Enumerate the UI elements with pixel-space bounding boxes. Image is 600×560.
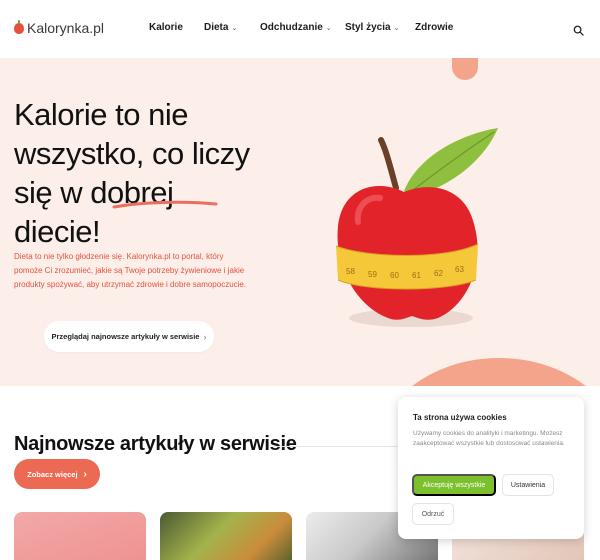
chevron-right-icon: › xyxy=(83,468,87,480)
nav-label: Dieta xyxy=(204,22,229,33)
latest-articles-title: Najnowsze artykuły w serwisie xyxy=(14,433,297,455)
nav-label: Odchudzanie xyxy=(260,22,323,33)
tape-number: 58 xyxy=(346,267,355,276)
chevron-down-icon: ⌄ xyxy=(325,24,332,32)
cookie-consent-dialog: Ta strona używa cookies Używamy cookies … xyxy=(398,397,584,539)
tape-number: 60 xyxy=(390,271,399,280)
apple-logo-icon xyxy=(14,19,24,34)
apple-with-measuring-tape-illustration: 58 59 60 61 62 63 xyxy=(335,128,498,327)
nav-item-zdrowie[interactable]: Zdrowie xyxy=(415,22,453,33)
hero-description: Dieta to nie tylko głodzenie się. Kalory… xyxy=(14,252,247,289)
nav-item-styl-zycia[interactable]: Styl życia ⌄ xyxy=(345,22,415,33)
nav-item-kalorie[interactable]: Kalorie xyxy=(149,22,204,33)
site-logo[interactable]: Kalorynka.pl xyxy=(14,19,105,36)
cookie-description: Używamy cookies do analityki i marketing… xyxy=(413,430,565,447)
article-card-image[interactable] xyxy=(14,512,146,560)
tape-number: 59 xyxy=(368,270,377,279)
tape-number: 62 xyxy=(434,269,443,278)
chevron-down-icon: ⌄ xyxy=(393,24,400,32)
search-icon[interactable] xyxy=(573,25,584,36)
underline-swoosh xyxy=(112,200,218,209)
nav-item-dieta[interactable]: Dieta ⌄ xyxy=(204,22,260,33)
nav-label: Zdrowie xyxy=(415,22,454,33)
site-header: Kalorynka.pl Kalorie Dieta ⌄ Odchudzanie… xyxy=(0,0,600,58)
tape-number: 63 xyxy=(455,265,464,274)
main-nav: Kalorie Dieta ⌄ Odchudzanie ⌄ Styl życia… xyxy=(149,22,453,33)
article-card-image[interactable] xyxy=(160,512,292,560)
chevron-right-icon: › xyxy=(203,331,207,342)
nav-label: Kalorie xyxy=(149,22,183,33)
button-label: Przeglądaj najnowsze artykuły w serwisie xyxy=(51,332,200,341)
hero-title-line: wszystko, co liczy xyxy=(14,136,250,171)
decorative-arc xyxy=(374,358,600,386)
cookie-settings-button[interactable]: Ustawienia xyxy=(502,474,554,496)
section-divider xyxy=(272,446,402,447)
decorative-blob xyxy=(452,58,478,80)
tape-number: 61 xyxy=(412,271,421,280)
see-more-button[interactable]: Zobacz więcej › xyxy=(14,459,100,489)
nav-label: Styl życia xyxy=(345,22,391,33)
accept-all-button[interactable]: Akceptuję wszystkie xyxy=(412,474,496,496)
chevron-down-icon: ⌄ xyxy=(231,24,238,32)
nav-item-odchudzanie[interactable]: Odchudzanie ⌄ xyxy=(260,22,345,33)
browse-articles-button[interactable]: Przeglądaj najnowsze artykuły w serwisie… xyxy=(44,321,214,352)
button-label: Zobacz więcej xyxy=(27,469,78,479)
hero-title-line: Kalorie to nie xyxy=(14,97,188,132)
logo-text: Kalorynka.pl xyxy=(27,20,105,36)
reject-cookies-button[interactable]: Odrzuć xyxy=(412,503,454,525)
page: Kalorynka.pl Kalorie Dieta ⌄ Odchudzanie… xyxy=(0,0,600,560)
cookie-title: Ta strona używa cookies xyxy=(413,413,507,422)
hero-title: Kalorie to nie wszystko, co liczy się w … xyxy=(14,95,254,251)
hero-title-line: diecie! xyxy=(14,214,101,249)
